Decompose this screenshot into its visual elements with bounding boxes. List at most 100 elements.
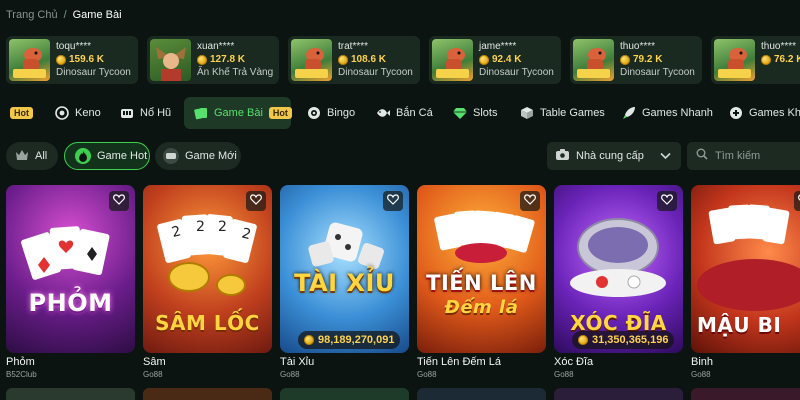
win-amount: 76.2 K xyxy=(774,54,800,65)
search-field[interactable] xyxy=(687,142,800,170)
game-art: XÓC ĐĨA 31,350,365,196 xyxy=(554,185,683,353)
game-card[interactable]: PHỎM Phỏm B52Club xyxy=(6,185,135,379)
win-amount: 108.6 K xyxy=(351,54,387,65)
diamond-icon xyxy=(453,106,467,120)
recent-wins-ticker: toqu**** 159.6 K Dinosaur Tycoon xuan***… xyxy=(6,36,800,84)
heart-icon xyxy=(524,192,536,210)
game-card[interactable]: 2 2 2 2 SÂM LỐC Sâm Go88 xyxy=(143,185,272,379)
win-card[interactable]: xuan**** 127.8 K Ăn Khế Trả Vàng xyxy=(147,36,279,84)
win-card[interactable]: jame**** 92.4 K Dinosaur Tycoon xyxy=(429,36,561,84)
game-art-title: PHỎM xyxy=(28,289,113,317)
bingo-icon xyxy=(307,106,321,120)
win-user: thuo**** xyxy=(761,41,797,52)
category-tabs: Hot Keno Nổ Hũ Game Bài Hot Bingo Bắn Cá… xyxy=(0,97,800,129)
tab-keno[interactable]: Keno xyxy=(55,97,101,129)
hot-badge: Hot xyxy=(268,107,292,119)
tab-games-khac[interactable]: Games Khá xyxy=(729,97,800,129)
hot-badge: Hot xyxy=(10,107,33,119)
cards-icon xyxy=(194,106,208,120)
favorite-button[interactable] xyxy=(520,191,540,211)
tab-games-nhanh[interactable]: Games Nhanh xyxy=(622,97,713,129)
new-badge-icon xyxy=(163,148,179,164)
game-art-title: SÂM LỐC xyxy=(155,311,260,335)
game-title[interactable]: Tiến Lên Đếm Lá xyxy=(417,356,501,368)
breadcrumb-home-link[interactable]: Trang Chủ xyxy=(6,9,58,21)
game-art-title: MẬU BI xyxy=(697,313,782,337)
game-art: TIẾN LÊN Đếm lá xyxy=(417,185,546,353)
game-art: 2 2 2 2 SÂM LỐC xyxy=(143,185,272,353)
tab-table-games[interactable]: Table Games xyxy=(520,97,605,129)
favorite-button[interactable] xyxy=(246,191,266,211)
win-game-name: Dinosaur Tycoon xyxy=(620,67,695,78)
game-card[interactable]: TÀI XỈU 98,189,270,091 Tài Xỉu Go88 xyxy=(280,185,409,379)
favorite-button[interactable] xyxy=(109,191,129,211)
tab-no-hu[interactable]: Nổ Hũ xyxy=(120,97,171,129)
win-user: jame**** xyxy=(479,41,517,52)
jackpot-amount: 31,350,365,196 xyxy=(592,334,669,346)
jackpot-badge: 98,189,270,091 xyxy=(298,331,401,349)
favorite-button[interactable] xyxy=(794,191,800,211)
game-thumbnail xyxy=(432,39,473,81)
game-title[interactable]: Xóc Đĩa xyxy=(554,356,593,368)
favorite-button[interactable] xyxy=(657,191,677,211)
win-game-name: Ăn Khế Trả Vàng xyxy=(197,67,274,78)
tab-label: Keno xyxy=(75,107,101,119)
slot-machine-icon xyxy=(120,106,134,120)
win-game-name: Dinosaur Tycoon xyxy=(338,67,413,78)
game-provider: Go88 xyxy=(691,370,711,379)
game-title[interactable]: Tài Xỉu xyxy=(280,356,314,368)
svg-text:2: 2 xyxy=(218,219,227,235)
search-icon xyxy=(696,147,708,165)
tab-bingo[interactable]: Bingo xyxy=(307,97,355,129)
breadcrumb-current: Game Bài xyxy=(72,9,122,21)
svg-text:2: 2 xyxy=(196,219,205,235)
game-card[interactable]: TIẾN LÊN Đếm lá Tiến Lên Đếm Lá Go88 xyxy=(417,185,546,379)
game-card-next-row[interactable] xyxy=(691,388,800,400)
tab-hot[interactable]: Hot xyxy=(10,97,33,129)
game-thumbnail xyxy=(9,39,50,81)
game-card-next-row[interactable] xyxy=(280,388,409,400)
jackpot-badge: 31,350,365,196 xyxy=(572,331,675,349)
win-game-name: Dinosaur Tycoon xyxy=(56,67,131,78)
game-title[interactable]: Binh xyxy=(691,356,713,368)
game-card[interactable]: XÓC ĐĨA 31,350,365,196 Xóc Đĩa Go88 xyxy=(554,185,683,379)
game-card-next-row[interactable] xyxy=(554,388,683,400)
win-user: xuan**** xyxy=(197,41,235,52)
filter-game-moi-button[interactable]: Game Mới xyxy=(155,142,241,170)
fish-icon xyxy=(376,106,390,120)
coin-icon xyxy=(578,335,588,345)
game-provider: Go88 xyxy=(554,370,574,379)
game-thumbnail xyxy=(150,39,191,81)
game-provider: Go88 xyxy=(280,370,300,379)
search-input[interactable] xyxy=(715,150,795,162)
coin-icon xyxy=(479,54,489,65)
win-game-name: Dinosaur Tycoon xyxy=(479,67,554,78)
filter-all-button[interactable]: All xyxy=(6,142,58,170)
favorite-button[interactable] xyxy=(383,191,403,211)
game-card-next-row[interactable] xyxy=(6,388,135,400)
game-art: MẬU BI xyxy=(691,185,800,353)
rocket-icon xyxy=(622,106,636,120)
game-thumbnail xyxy=(573,39,614,81)
win-card[interactable]: thuo**** 76.2 K xyxy=(711,36,800,84)
tab-ban-ca[interactable]: Bắn Cá xyxy=(376,97,433,129)
win-user: thuo**** xyxy=(620,41,656,52)
gamepad-icon xyxy=(729,106,743,120)
game-card[interactable]: MẬU BI Binh Go88 xyxy=(691,185,800,379)
tab-slots[interactable]: Slots xyxy=(453,97,497,129)
game-provider: B52Club xyxy=(6,370,37,379)
tab-game-bai[interactable]: Game Bài Hot xyxy=(184,97,292,129)
chevron-down-icon xyxy=(660,150,671,164)
game-title[interactable]: Phỏm xyxy=(6,356,35,368)
game-card-next-row[interactable] xyxy=(143,388,272,400)
win-card[interactable]: thuo**** 79.2 K Dinosaur Tycoon xyxy=(570,36,702,84)
filter-game-hot-button[interactable]: Game Hot xyxy=(64,142,150,170)
coin-icon xyxy=(304,335,314,345)
coin-icon xyxy=(761,54,771,65)
heart-icon xyxy=(387,192,399,210)
game-title[interactable]: Sâm xyxy=(143,356,166,368)
win-card[interactable]: toqu**** 159.6 K Dinosaur Tycoon xyxy=(6,36,138,84)
provider-select[interactable]: Nhà cung cấp xyxy=(547,142,681,170)
game-card-next-row[interactable] xyxy=(417,388,546,400)
win-card[interactable]: trat**** 108.6 K Dinosaur Tycoon xyxy=(288,36,420,84)
